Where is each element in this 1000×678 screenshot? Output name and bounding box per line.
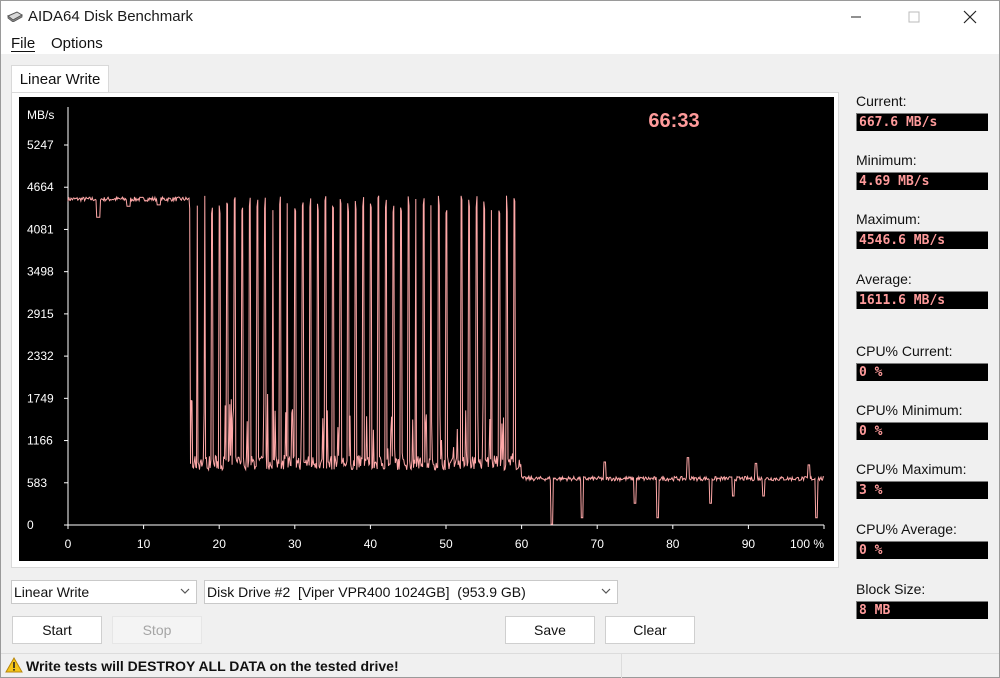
minimize-button[interactable]	[827, 1, 885, 32]
warning-message: Write tests will DESTROY ALL DATA on the…	[26, 658, 399, 674]
cpu-minimum-value: 0 %	[856, 422, 988, 440]
minimum-label: Minimum:	[856, 152, 917, 168]
current-label: Current:	[856, 93, 907, 109]
drive-value: Disk Drive #2 [Viper VPR400 1024GB] (953…	[207, 584, 526, 600]
y-tick-label: 4081	[27, 222, 54, 236]
start-button[interactable]: Start	[12, 616, 102, 644]
x-tick-label: 40	[364, 537, 378, 551]
average-label: Average:	[856, 271, 912, 287]
cpu-average-label: CPU% Average:	[856, 521, 957, 537]
y-axis-label: MB/s	[27, 108, 54, 122]
cpu-maximum-value: 3 %	[856, 481, 988, 499]
test-type-value: Linear Write	[14, 584, 90, 600]
x-tick-label: 20	[213, 537, 227, 551]
minimum-value: 4.69 MB/s	[856, 172, 988, 190]
block-size-value: 8 MB	[856, 601, 988, 619]
x-tick-label: 30	[288, 537, 302, 551]
y-tick-label: 1749	[27, 391, 54, 405]
menu-file[interactable]: File	[11, 35, 36, 52]
clear-button[interactable]: Clear	[605, 616, 695, 644]
y-tick-label: 0	[27, 518, 34, 532]
close-icon	[963, 10, 977, 23]
tab-linear-write[interactable]: Linear Write	[11, 65, 109, 93]
x-tick-label: 0	[65, 537, 72, 551]
y-tick-label: 583	[27, 476, 47, 490]
x-tick-label: 50	[439, 537, 453, 551]
menu-options-label: Options	[51, 35, 103, 52]
cpu-maximum-label: CPU% Maximum:	[856, 461, 967, 477]
x-tick-label: 90	[742, 537, 756, 551]
status-separator	[621, 654, 622, 678]
y-tick-label: 4664	[27, 180, 54, 194]
block-size-label: Block Size:	[856, 581, 926, 597]
maximize-icon	[908, 11, 920, 22]
status-bar: Write tests will DESTROY ALL DATA on the…	[1, 653, 999, 678]
cpu-current-value: 0 %	[856, 363, 988, 381]
stop-button[interactable]: Stop	[112, 616, 202, 644]
menu-file-label: File	[11, 35, 36, 52]
x-tick-label: 80	[666, 537, 680, 551]
menu-bar: File Options	[1, 32, 999, 54]
maximum-label: Maximum:	[856, 211, 921, 227]
cpu-average-value: 0 %	[856, 541, 988, 559]
average-value: 1611.6 MB/s	[856, 291, 988, 309]
current-value: 667.6 MB/s	[856, 113, 988, 131]
disk-icon	[7, 11, 23, 22]
x-tick-label: 70	[591, 537, 605, 551]
y-tick-label: 2915	[27, 307, 54, 321]
elapsed-timer: 66:33	[648, 110, 699, 132]
chevron-down-icon	[180, 588, 190, 594]
y-tick-label: 3498	[27, 265, 54, 279]
app-window: AIDA64 Disk Benchmark File Options Linea…	[0, 0, 1000, 678]
chevron-down-icon	[601, 588, 611, 594]
menu-options[interactable]: Options	[51, 35, 103, 52]
cpu-minimum-label: CPU% Minimum:	[856, 402, 963, 418]
y-tick-label: 1166	[27, 434, 53, 448]
save-button[interactable]: Save	[505, 616, 595, 644]
title-bar: AIDA64 Disk Benchmark	[1, 1, 999, 32]
minimize-icon	[851, 16, 861, 17]
close-button[interactable]	[941, 1, 999, 32]
drive-select[interactable]: Disk Drive #2 [Viper VPR400 1024GB] (953…	[204, 580, 618, 604]
x-tick-label: 10	[137, 537, 151, 551]
window-title: AIDA64 Disk Benchmark	[28, 8, 194, 25]
benchmark-chart-svg: 0 583 1166 1749 2332 2915 3498 4081 4664 5247 0 10…	[27, 107, 825, 551]
maximum-value: 4546.6 MB/s	[856, 231, 988, 249]
y-tick-label: 2332	[27, 349, 54, 363]
x-tick-label: 100 %	[790, 537, 824, 551]
y-tick-label: 5247	[27, 138, 54, 152]
benchmark-chart: 0 583 1166 1749 2332 2915 3498 4081 4664 5247 0 10…	[19, 97, 834, 561]
write-speed-series	[67, 195, 825, 525]
cpu-current-label: CPU% Current:	[856, 343, 953, 359]
maximize-button[interactable]	[885, 1, 943, 32]
warning-icon	[5, 657, 23, 673]
test-type-select[interactable]: Linear Write	[11, 580, 197, 604]
x-tick-label: 60	[515, 537, 529, 551]
